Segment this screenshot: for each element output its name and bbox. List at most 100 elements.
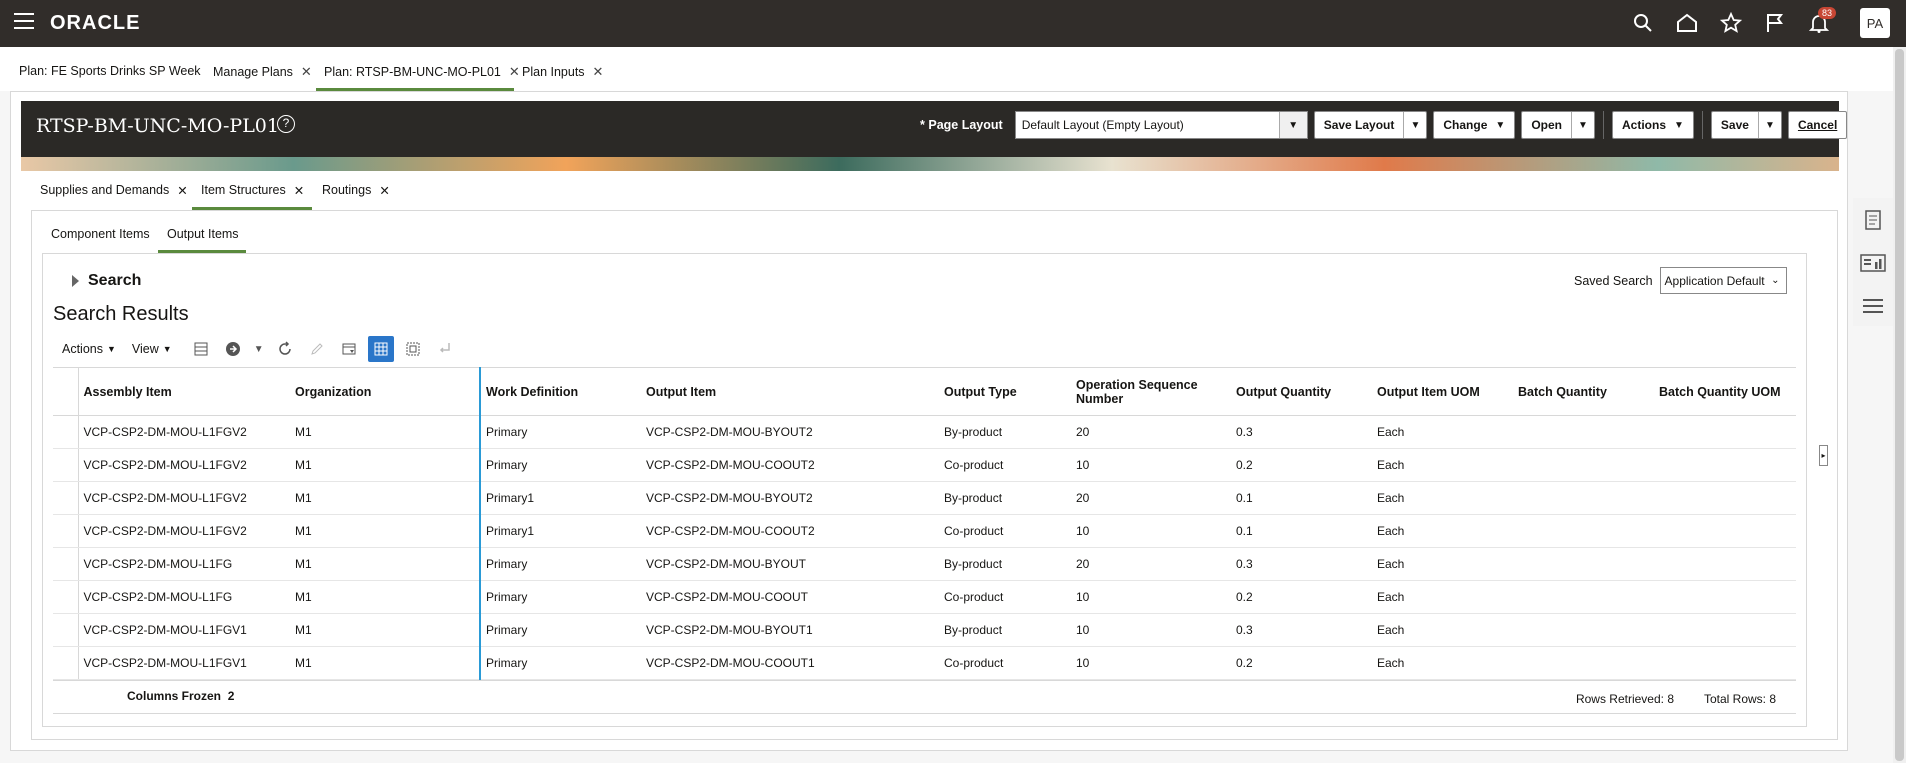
go-arrow-icon[interactable]: [220, 336, 246, 362]
flag-icon[interactable]: [1760, 8, 1790, 38]
column-header[interactable]: Organization: [290, 367, 481, 416]
chevron-down-icon[interactable]: ▼: [252, 336, 266, 362]
home-icon[interactable]: [1672, 8, 1702, 38]
page-scrollbar[interactable]: [1893, 47, 1906, 763]
table-row[interactable]: VCP-CSP2-DM-MOU-L1FGV2 M1 Primary VCP-CSP2-…: [53, 415, 1796, 449]
close-icon[interactable]: ✕: [509, 64, 520, 80]
row-selector[interactable]: [53, 415, 79, 449]
search-section-toggle[interactable]: Search: [72, 272, 141, 290]
table-cell: 0.2: [1231, 448, 1372, 482]
row-selector[interactable]: [53, 481, 79, 515]
chevron-down-icon[interactable]: ▼: [1404, 120, 1426, 131]
table-cell: 20: [1071, 415, 1231, 449]
table-cell: 10: [1071, 613, 1231, 647]
tab-item-structures[interactable]: Item Structures ✕: [201, 183, 304, 198]
column-header[interactable]: Batch Quantity UOM: [1654, 367, 1796, 416]
table-cell: [1513, 613, 1654, 647]
tab-plan-inputs[interactable]: Plan Inputs ✕: [522, 64, 603, 80]
column-header[interactable]: Work Definition: [480, 367, 641, 416]
table-cell: Each: [1372, 514, 1513, 548]
user-avatar[interactable]: PA: [1860, 8, 1890, 38]
collapse-pane-icon[interactable]: ▸: [1819, 445, 1828, 466]
query-by-example-icon[interactable]: [188, 336, 214, 362]
detach-table-icon[interactable]: [400, 336, 426, 362]
table-cell: [1513, 481, 1654, 515]
open-button[interactable]: Open ▼: [1521, 111, 1595, 139]
table-cell: Co-product: [939, 580, 1071, 614]
list-icon[interactable]: [1853, 284, 1893, 327]
table-cell: 0.1: [1231, 514, 1372, 548]
table-row[interactable]: VCP-CSP2-DM-MOU-L1FGV2 M1 Primary VCP-CSP2-…: [53, 448, 1796, 482]
global-header: ORACLE 83 PA: [0, 0, 1906, 47]
tab-plan-fe-sports-drinks[interactable]: Plan: FE Sports Drinks SP Week: [19, 64, 201, 78]
table-row[interactable]: VCP-CSP2-DM-MOU-L1FG M1 Primary VCP-CSP2-DM…: [53, 547, 1796, 581]
page-layout-select[interactable]: Default Layout (Empty Layout) ▼: [1014, 111, 1308, 139]
filter-columns-icon[interactable]: [336, 336, 362, 362]
document-icon[interactable]: [1853, 198, 1893, 241]
column-header[interactable]: Output Item: [641, 367, 939, 416]
row-selector[interactable]: [53, 448, 79, 482]
rows-retrieved: Rows Retrieved: 8: [1575, 692, 1674, 706]
notifications-bell-icon[interactable]: 83: [1804, 7, 1836, 38]
oracle-logo[interactable]: ORACLE: [50, 12, 140, 35]
table-row[interactable]: VCP-CSP2-DM-MOU-L1FGV1 M1 Primary VCP-CSP2-…: [53, 613, 1796, 647]
table-cell: 0.3: [1231, 613, 1372, 647]
page-layout-label: * Page Layout: [920, 118, 1003, 132]
table-cell: M1: [290, 580, 481, 614]
hamburger-menu-icon[interactable]: [14, 13, 34, 31]
tab-plan-rtsp[interactable]: Plan: RTSP-BM-UNC-MO-PL01 ✕: [324, 64, 520, 80]
tab-label: Manage Plans: [213, 65, 293, 79]
table-footer: Columns Frozen 2 Rows Retrieved: 8 Total…: [53, 680, 1796, 714]
tab-routings[interactable]: Routings ✕: [322, 183, 390, 198]
column-header[interactable]: Output Quantity: [1231, 367, 1372, 416]
column-header[interactable]: Output Type: [939, 367, 1071, 416]
column-header[interactable]: Output Item UOM: [1372, 367, 1513, 416]
cancel-button[interactable]: Cancel: [1787, 111, 1848, 139]
search-icon[interactable]: [1628, 8, 1658, 38]
dashboard-icon[interactable]: [1853, 241, 1893, 284]
table-cell: [1513, 415, 1654, 449]
row-selector[interactable]: [53, 580, 79, 614]
tab-supplies-and-demands[interactable]: Supplies and Demands ✕: [40, 183, 188, 198]
expand-triangle-icon[interactable]: [72, 275, 79, 287]
column-header[interactable]: Operation Sequence Number: [1071, 367, 1231, 416]
close-icon[interactable]: ✕: [177, 183, 187, 198]
table-row[interactable]: VCP-CSP2-DM-MOU-L1FGV2 M1 Primary1 VCP-CSP2…: [53, 514, 1796, 548]
refresh-icon[interactable]: [272, 336, 298, 362]
close-icon[interactable]: ✕: [294, 183, 304, 198]
saved-search-select[interactable]: Application Default ⌄: [1659, 267, 1787, 294]
table-row[interactable]: VCP-CSP2-DM-MOU-L1FGV2 M1 Primary1 VCP-CSP2…: [53, 481, 1796, 515]
table-row[interactable]: VCP-CSP2-DM-MOU-L1FGV1 M1 Primary VCP-CSP2-…: [53, 646, 1796, 680]
actions-button[interactable]: Actions ▼: [1611, 111, 1694, 139]
chevron-down-icon[interactable]: ▼: [1759, 120, 1781, 131]
table-cell: VCP-CSP2-DM-MOU-COOUT2: [641, 514, 939, 548]
close-icon[interactable]: ✕: [593, 64, 604, 80]
change-button[interactable]: Change ▼: [1433, 111, 1516, 139]
favorites-star-icon[interactable]: [1716, 8, 1746, 38]
freeze-columns-icon[interactable]: [367, 336, 394, 362]
row-selector[interactable]: [53, 613, 79, 647]
row-selector[interactable]: [53, 547, 79, 581]
close-icon[interactable]: ✕: [379, 183, 389, 198]
tab-manage-plans[interactable]: Manage Plans ✕: [213, 64, 312, 80]
column-header[interactable]: Batch Quantity: [1513, 367, 1654, 416]
table-cell: 10: [1071, 448, 1231, 482]
tab-component-items[interactable]: Component Items: [51, 227, 150, 241]
columns-frozen: Columns Frozen 2: [127, 689, 235, 703]
table-row[interactable]: VCP-CSP2-DM-MOU-L1FG M1 Primary VCP-CSP2-DM…: [53, 580, 1796, 614]
help-icon[interactable]: ?: [277, 115, 295, 133]
view-menu[interactable]: View ▼: [132, 342, 172, 356]
chevron-down-icon[interactable]: ▼: [1572, 120, 1594, 131]
actions-menu[interactable]: Actions ▼: [62, 342, 116, 356]
tab-output-items[interactable]: Output Items: [167, 227, 239, 241]
save-layout-button[interactable]: Save Layout ▼: [1313, 111, 1428, 139]
chevron-down-icon[interactable]: ▼: [1278, 112, 1307, 138]
row-selector[interactable]: [53, 646, 79, 680]
table-cell: 0.3: [1231, 547, 1372, 581]
close-icon[interactable]: ✕: [301, 64, 312, 80]
row-selector[interactable]: [53, 514, 79, 548]
table-cell: [1513, 448, 1654, 482]
table-cell: M1: [290, 547, 481, 581]
column-header[interactable]: Assembly Item: [78, 367, 290, 416]
save-button[interactable]: Save ▼: [1710, 111, 1782, 139]
